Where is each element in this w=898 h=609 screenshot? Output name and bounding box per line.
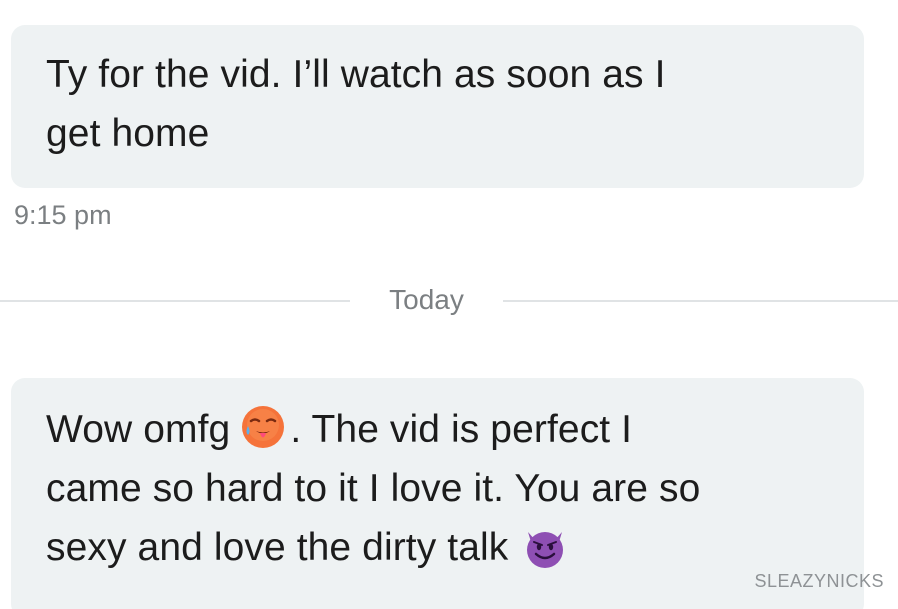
chat-screen: Ty for the vid. I’ll watch as soon as I … [0,0,898,609]
message-bubble[interactable]: Ty for the vid. I’ll watch as soon as I … [11,25,864,188]
message-timestamp: 9:15 pm [14,200,112,230]
message-text: . The vid is perfect I [290,408,633,451]
message-line: sexy and love the dirty talk [46,518,840,577]
day-divider-label: Today [389,284,464,315]
day-divider: Today [0,280,898,320]
message-text: sexy and love the dirty talk [46,526,509,569]
message-line: get home [46,112,210,155]
smiling-devil-emoji-icon [522,524,568,570]
message-line: Ty for the vid. I’ll watch as soon as I [46,53,666,96]
hot-face-emoji-icon [240,404,286,450]
message-line: Wow omfg . The vid is perfect I [46,400,840,459]
message-bubble[interactable]: Wow omfg . The vid is perfect I came so … [11,378,864,609]
message-text: Wow omfg [46,408,231,451]
message-line: came so hard to it I love it. You are so [46,467,701,510]
partial-avatar-icon [20,601,40,609]
watermark: SLEAZYNICKS [754,571,884,591]
divider-line-left [0,300,350,302]
divider-line-right [503,300,898,302]
